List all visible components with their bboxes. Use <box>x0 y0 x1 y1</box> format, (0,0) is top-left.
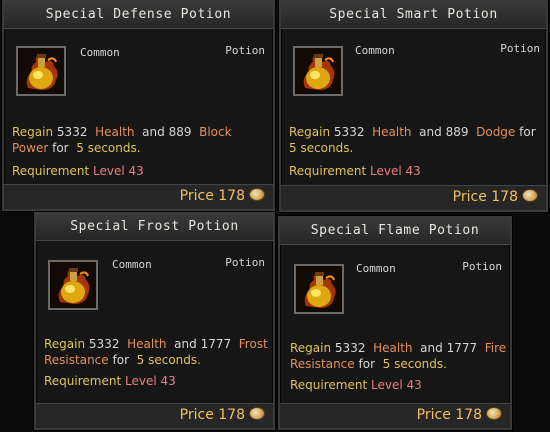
price-label: Price <box>452 189 487 205</box>
item-type-label: Potion <box>500 42 540 55</box>
coin-icon <box>249 188 265 201</box>
price-label: Price <box>179 407 214 423</box>
price: Price 178 <box>417 407 502 423</box>
price-label: Price <box>416 407 451 423</box>
price-value: 178 <box>218 407 245 423</box>
desc-amount-1: 5332 <box>334 341 366 355</box>
item-description: Regain 5332 Health and 889 Block Power f… <box>12 124 270 156</box>
desc-stat-1: Health <box>372 125 412 139</box>
item-title: Special Frost Potion <box>36 214 273 241</box>
requirement: Requirement Level 43 <box>289 164 421 178</box>
desc-amount-2: 1777 <box>446 341 478 355</box>
item-tooltip-smart-potion: Special Smart Potion Common Potion Regai… <box>279 0 548 212</box>
desc-duration: 5 seconds. <box>136 353 201 367</box>
requirement-level: Level 43 <box>370 164 421 178</box>
desc-duration: 5 seconds. <box>76 141 141 155</box>
desc-for: for <box>519 125 536 139</box>
price-bar: Price 178 <box>36 403 273 428</box>
requirement-label: Requirement <box>44 374 122 388</box>
requirement: Requirement Level 43 <box>12 164 144 178</box>
price: Price 178 <box>453 189 538 205</box>
item-description: Regain 5332 Health and 1777 Fire Resista… <box>290 340 508 372</box>
desc-amount-1: 5332 <box>333 125 365 139</box>
item-type-label: Potion <box>462 260 502 273</box>
price-bar: Price 178 <box>4 184 273 209</box>
desc-amount-1: 5332 <box>88 337 120 351</box>
price-bar: Price 178 <box>281 185 546 210</box>
price-value: 178 <box>218 188 245 204</box>
price: Price 178 <box>180 407 265 423</box>
item-title: Special Smart Potion <box>281 2 546 29</box>
desc-for: for <box>52 141 69 155</box>
coin-icon <box>249 407 265 420</box>
coin-icon <box>522 189 538 202</box>
flame-potion-flask-icon <box>293 46 343 96</box>
desc-stat-1: Health <box>127 337 167 351</box>
desc-regain: Regain <box>12 125 54 139</box>
desc-and: and <box>419 125 442 139</box>
rarity-label: Common <box>112 258 152 271</box>
desc-for: for <box>112 353 130 367</box>
item-tooltip-frost-potion: Special Frost Potion Common Potion Regai… <box>34 212 275 430</box>
item-tooltip-defense-potion: Special Defense Potion Common Potion Reg… <box>2 0 275 211</box>
desc-regain: Regain <box>289 125 331 139</box>
desc-for: for <box>358 357 376 371</box>
desc-amount-2: 1777 <box>200 337 232 351</box>
desc-amount-2: 889 <box>445 125 469 139</box>
requirement-label: Requirement <box>290 378 368 392</box>
price-label: Price <box>179 188 214 204</box>
desc-amount-1: 5332 <box>56 125 88 139</box>
price-bar: Price 178 <box>280 403 510 428</box>
desc-and: and <box>420 341 443 355</box>
requirement: Requirement Level 43 <box>290 378 422 392</box>
rarity-label: Common <box>80 46 120 59</box>
item-type-label: Potion <box>225 256 265 269</box>
item-tooltip-flame-potion: Special Flame Potion Common Potion Regai… <box>278 216 512 430</box>
requirement-level: Level 43 <box>93 164 144 178</box>
rarity-label: Common <box>356 262 396 275</box>
item-title: Special Flame Potion <box>280 218 510 245</box>
price: Price 178 <box>180 188 265 204</box>
requirement: Requirement Level 43 <box>44 374 176 388</box>
desc-duration: 5 seconds. <box>289 141 354 155</box>
requirement-label: Requirement <box>12 164 90 178</box>
desc-and: and <box>174 337 197 351</box>
flame-potion-flask-icon <box>16 46 66 96</box>
requirement-level: Level 43 <box>125 374 176 388</box>
desc-and: and <box>142 125 165 139</box>
coin-icon <box>486 407 502 420</box>
item-description: Regain 5332 Health and 1777 Frost Resist… <box>44 336 270 368</box>
desc-regain: Regain <box>290 341 332 355</box>
desc-duration: 5 seconds. <box>382 357 447 371</box>
flame-potion-flask-icon <box>294 264 344 314</box>
item-description: Regain 5332 Health and 889 Dodge for 5 s… <box>289 124 543 156</box>
price-value: 178 <box>455 407 482 423</box>
price-value: 178 <box>491 189 518 205</box>
requirement-label: Requirement <box>289 164 367 178</box>
desc-stat-1: Health <box>373 341 413 355</box>
desc-stat-1: Health <box>95 125 135 139</box>
rarity-label: Common <box>355 44 395 57</box>
requirement-level: Level 43 <box>371 378 422 392</box>
desc-amount-2: 889 <box>168 125 192 139</box>
desc-regain: Regain <box>44 337 86 351</box>
item-title: Special Defense Potion <box>4 2 273 29</box>
flame-potion-flask-icon <box>48 260 98 310</box>
item-type-label: Potion <box>225 44 265 57</box>
desc-stat-2: Dodge <box>476 125 516 139</box>
